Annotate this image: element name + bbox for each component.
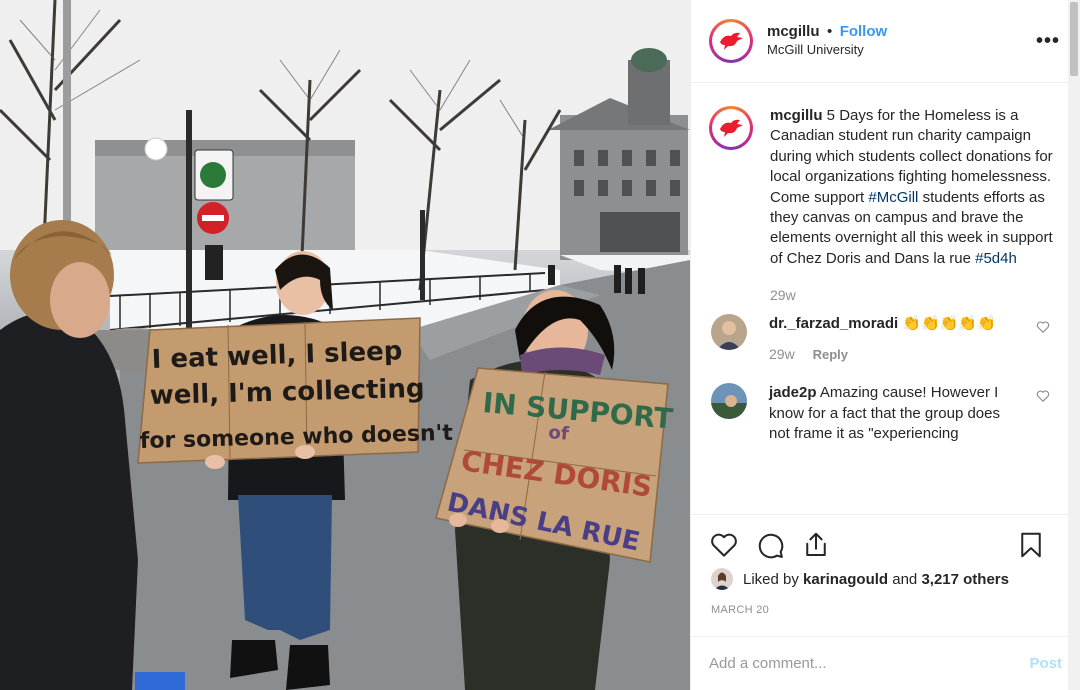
scrollbar-thumb[interactable] — [1070, 2, 1078, 76]
hashtag-5d4h[interactable]: #5d4h — [975, 250, 1017, 267]
separator-dot: • — [826, 23, 833, 40]
mcgill-logo — [720, 32, 743, 50]
likes-count[interactable]: 3,217 others — [921, 571, 1009, 588]
username[interactable]: mcgillu — [767, 23, 820, 40]
location-subtitle[interactable]: McGill University — [767, 41, 887, 59]
comment-icon[interactable] — [755, 530, 785, 560]
comment-box: Post — [691, 636, 1080, 690]
share-icon[interactable] — [801, 530, 831, 560]
comment-avatar[interactable] — [711, 383, 747, 420]
comment-item: jade2p Amazing cause! However I know for… — [691, 383, 1080, 444]
bookmark-icon[interactable] — [1016, 530, 1046, 560]
follow-button[interactable]: Follow — [840, 23, 888, 40]
caption-body: mcgillu 5 Days for the Homeless is a Can… — [770, 106, 1053, 306]
comment-body: dr._farzad_moradi 👏👏👏👏👏 29w Reply — [769, 314, 1019, 366]
post-button[interactable]: Post — [1029, 655, 1062, 672]
hashtag-mcgill[interactable]: #McGill — [868, 189, 918, 206]
comment-text: 👏👏👏👏👏 — [898, 314, 996, 332]
caption-timestamp: 29w — [770, 287, 796, 304]
post-date: MARCH 20 — [711, 604, 770, 616]
mcgill-logo — [720, 119, 743, 137]
likes-summary: Liked by karinagould and 3,217 others — [711, 568, 1009, 590]
reply-button[interactable]: Reply — [813, 347, 848, 362]
comment-username[interactable]: dr._farzad_moradi — [769, 315, 898, 332]
comment-username[interactable]: jade2p — [769, 384, 817, 401]
header-text: mcgillu • Follow McGill University — [767, 23, 887, 59]
liker-username[interactable]: karinagould — [803, 571, 888, 588]
right-sign-line-2: of — [548, 422, 570, 445]
caption: mcgillu 5 Days for the Homeless is a Can… — [691, 84, 1080, 306]
avatar[interactable] — [709, 19, 753, 63]
photo-scene: I eat well, I sleep well, I'm collecting… — [0, 0, 690, 690]
comment-body: jade2p Amazing cause! However I know for… — [769, 383, 1019, 444]
comment-input[interactable] — [709, 655, 1030, 672]
caption-avatar[interactable] — [709, 106, 753, 150]
comment-timestamp: 29w — [769, 346, 795, 363]
more-icon[interactable]: ••• — [1036, 30, 1060, 53]
post-actions — [691, 514, 1080, 574]
scrollbar[interactable] — [1068, 0, 1080, 690]
heart-icon[interactable] — [1036, 389, 1050, 403]
comment-item: dr._farzad_moradi 👏👏👏👏👏 29w Reply — [691, 313, 1080, 366]
heart-icon[interactable] — [709, 530, 739, 560]
heart-icon[interactable] — [1036, 320, 1050, 334]
comment-meta: 29w Reply — [769, 344, 1019, 365]
likes-middle: and — [892, 570, 918, 588]
comments-list[interactable]: mcgillu 5 Days for the Homeless is a Can… — [691, 84, 1080, 514]
post-photo: I eat well, I sleep well, I'm collecting… — [0, 0, 690, 690]
comment-avatar[interactable] — [711, 313, 747, 350]
post-header: mcgillu • Follow McGill University ••• — [691, 0, 1080, 83]
likes-prefix: Liked by — [743, 570, 799, 588]
liker-avatar[interactable] — [711, 568, 733, 590]
post-side-panel: mcgillu • Follow McGill University ••• m… — [690, 0, 1080, 690]
caption-username[interactable]: mcgillu — [770, 107, 823, 124]
